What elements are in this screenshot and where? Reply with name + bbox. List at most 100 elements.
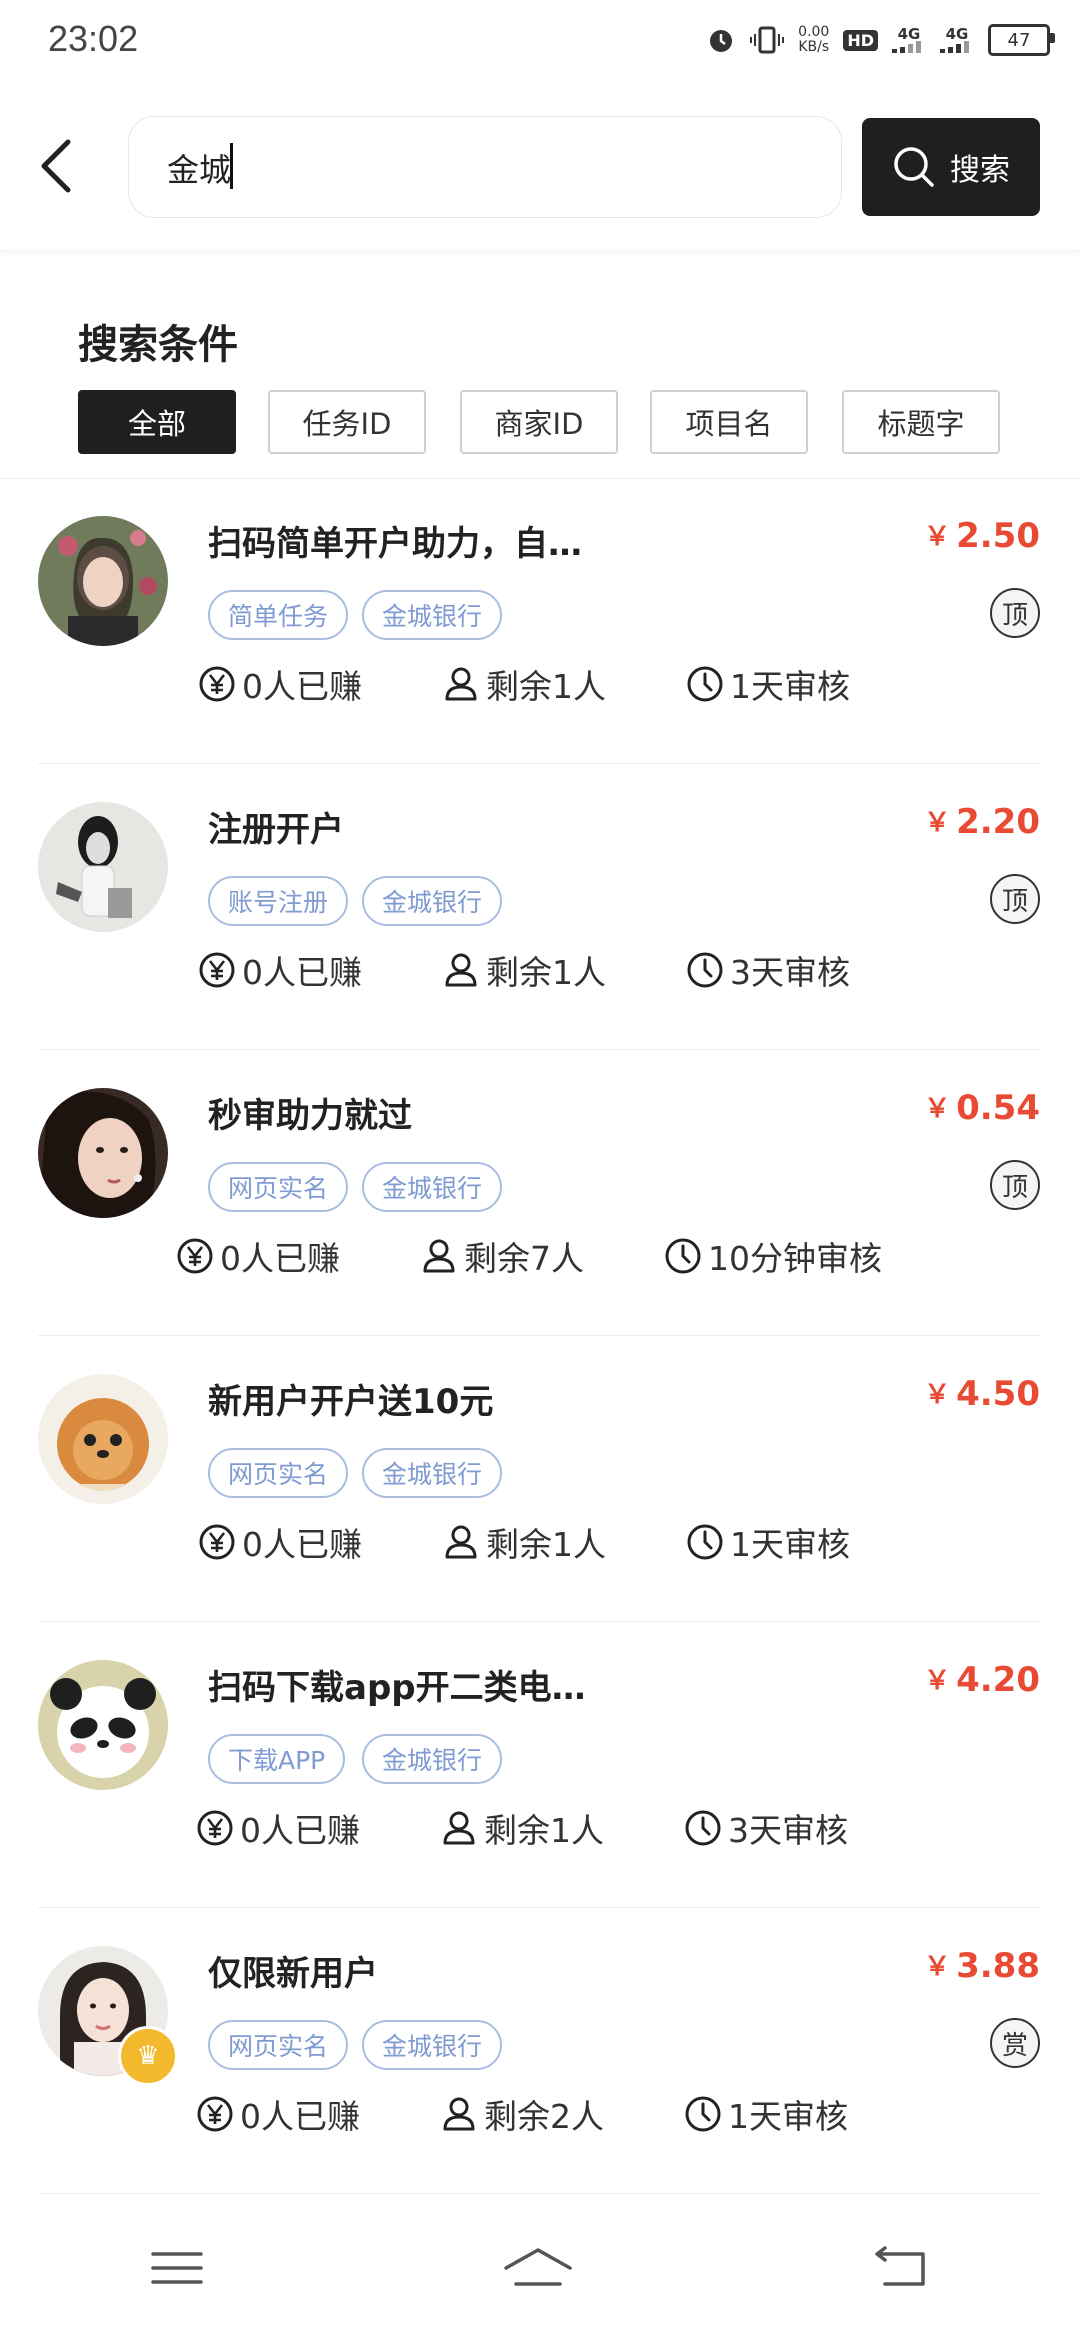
task-stats: 0人已赚 剩余2人 1天审核 [196,2090,928,2138]
task-price: ￥ 0.54 [924,1088,1040,1128]
remaining-stat: 剩余2人 [440,2090,604,2138]
task-title: 注册开户 [208,810,344,850]
user-icon [445,953,477,987]
clock-icon [685,1810,721,1846]
status-time: 23:02 [48,18,139,59]
review-stat: 1天审核 [684,2090,848,2138]
review-time: 3天审核 [730,953,850,992]
task-bank-tag: 金城银行 [362,1448,503,1498]
remaining-count: 剩余1人 [486,667,606,706]
remaining-stat: 剩余1人 [440,1804,604,1852]
task-item[interactable]: 扫码简单开户助力，自… ￥ 2.50 简单任务 金城银行 顶 0人已赚 剩余1人 1天审核 [0,478,1080,764]
task-type-tag: 网页实名 [208,1448,349,1498]
menu-icon [150,2252,203,2284]
currency-symbol: ￥ [924,522,951,552]
task-title: 仅限新用户 [208,1954,378,1994]
merchant-avatar [38,516,168,646]
coin-icon [177,1238,213,1274]
task-title: 秒审助力就过 [208,1096,412,1136]
earned-stat: 0人已赚 [198,946,362,994]
merchant-avatar [38,1374,168,1504]
earned-stat: 0人已赚 [198,660,362,708]
review-time: 3天审核 [728,1811,848,1850]
earned-stat: 0人已赚 [196,2090,360,2138]
task-type-tag: 网页实名 [208,1162,349,1212]
filter-chip[interactable]: 商家ID [460,390,618,454]
remaining-count: 剩余1人 [486,1525,606,1564]
earned-stat: 0人已赚 [176,1232,340,1280]
back-nav-button[interactable] [871,2246,931,2294]
task-price-value: 0.54 [956,1088,1040,1128]
task-badge: 赏 [990,2018,1040,2068]
search-icon [894,147,934,187]
net-speed-value: 0.00 [798,24,830,40]
remaining-stat: 剩余1人 [442,946,606,994]
filter-chip[interactable]: 项目名 [650,390,808,454]
clock-icon [687,952,723,988]
user-icon [443,1811,475,1845]
task-price: ￥ 3.88 [924,1946,1040,1986]
menu-nav-button[interactable] [149,2248,205,2292]
user-icon [445,667,477,701]
task-price: ￥ 2.20 [924,802,1040,842]
task-price-value: 2.50 [956,516,1040,556]
remaining-stat: 剩余1人 [442,1518,606,1566]
task-badge: 顶 [990,874,1040,924]
task-bank-tag: 金城银行 [362,876,503,926]
search-input[interactable] [165,139,809,197]
currency-symbol: ￥ [924,1094,951,1124]
task-title: 新用户开户送10元 [208,1382,494,1422]
search-header: 搜索 [0,80,1080,250]
filter-chip[interactable]: 任务ID [268,390,426,454]
earned-count: 0人已赚 [242,667,362,706]
task-price-value: 4.50 [956,1374,1040,1414]
task-type-tag: 网页实名 [208,2020,349,2070]
remaining-count: 剩余1人 [486,953,606,992]
earned-count: 0人已赚 [240,2097,360,2136]
task-item[interactable]: 注册开户 ￥ 2.20 账号注册 金城银行 顶 0人已赚 剩余1人 3天审核 [0,764,1080,1050]
remaining-count: 剩余1人 [484,1811,604,1850]
task-stats: 0人已赚 剩余1人 1天审核 [198,1518,930,1566]
alarm-icon [706,25,736,55]
task-type-tag: 简单任务 [208,590,349,640]
row-divider [38,2193,1040,2194]
review-stat: 3天审核 [684,1804,848,1852]
search-button[interactable]: 搜索 [862,118,1040,216]
task-stats: 0人已赚 剩余7人 10分钟审核 [176,1232,962,1280]
currency-symbol: ￥ [924,808,951,838]
filter-chip[interactable]: 全部 [78,390,236,454]
task-title: 扫码下载app开二类电… [208,1668,586,1708]
coin-icon [197,1810,233,1846]
review-stat: 1天审核 [686,1518,850,1566]
review-time: 1天审核 [728,2097,848,2136]
review-stat: 10分钟审核 [664,1232,882,1280]
task-price-value: 2.20 [956,802,1040,842]
home-nav-button[interactable] [502,2244,574,2296]
task-item[interactable]: ♛ 仅限新用户 ￥ 3.88 网页实名 金城银行 赏 0人已赚 剩余2人 1天审核 [0,1908,1080,2194]
task-item[interactable]: 扫码下载app开二类电… ￥ 4.20 下载APP 金城银行 0人已赚 剩余1人 3天审核 [0,1622,1080,1908]
currency-symbol: ￥ [924,1952,951,1982]
search-box[interactable] [128,116,842,218]
back-button[interactable] [30,136,90,196]
filter-chip[interactable]: 标题字 [842,390,1000,454]
merchant-avatar [38,1088,168,1218]
coin-icon [199,1524,235,1560]
task-price-value: 4.20 [956,1660,1040,1700]
task-bank-tag: 金城银行 [362,2020,503,2070]
vibrate-icon [750,25,785,55]
clock-icon [687,666,723,702]
task-stats: 0人已赚 剩余1人 1天审核 [198,660,930,708]
coin-icon [197,2096,233,2132]
task-item[interactable]: 秒审助力就过 ￥ 0.54 网页实名 金城银行 顶 0人已赚 剩余7人 10分钟审核 [0,1050,1080,1336]
sim1-label: 4G [897,25,921,43]
text-caret [230,143,233,189]
earned-count: 0人已赚 [242,953,362,992]
home-icon [504,2248,572,2286]
signal-sim2-icon: 4G [940,27,974,53]
remaining-stat: 剩余7人 [420,1232,584,1280]
task-item[interactable]: 新用户开户送10元 ￥ 4.50 网页实名 金城银行 0人已赚 剩余1人 1天审核 [0,1336,1080,1622]
sim2-label: 4G [945,25,969,43]
merchant-avatar [38,1660,168,1790]
return-icon [875,2246,926,2286]
status-icons: 0.00 KB/s HD 4G 4G 47 [706,24,1055,56]
